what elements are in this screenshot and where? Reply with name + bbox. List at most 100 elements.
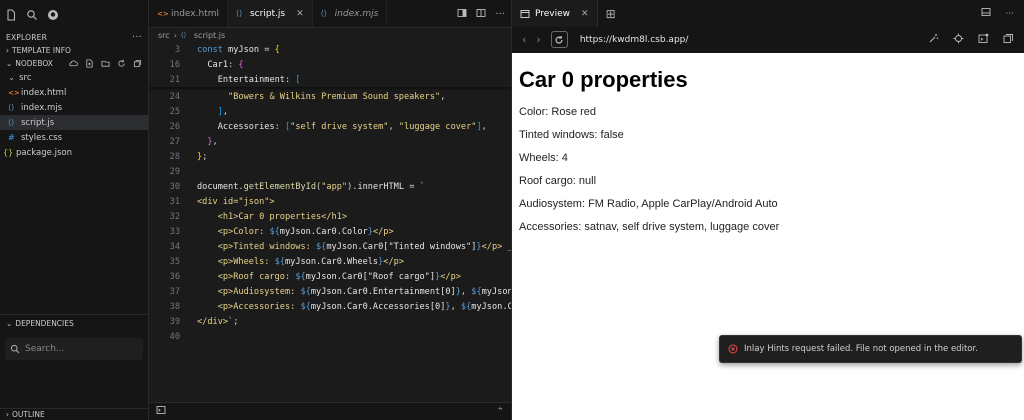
dependencies-search-input[interactable]: Search...: [5, 338, 143, 360]
line-number: 28: [169, 151, 180, 162]
tab-index-mjs[interactable]: ⟨⟩ index.mjs: [313, 0, 388, 27]
refresh-icon: [555, 35, 563, 43]
code-line[interactable]: 34 <p>Tinted windows: ${myJson.Car0["Tin…: [149, 239, 511, 254]
search-icon[interactable]: [26, 9, 38, 21]
cloud-upload-icon[interactable]: [69, 59, 78, 68]
code-line[interactable]: 24 "Bowers & Wilkins Premium Sound speak…: [149, 89, 511, 104]
sticky-scroll-line[interactable]: 3 const myJson = {: [149, 42, 511, 57]
code-token: =: [404, 181, 420, 192]
html-file-icon: <>: [8, 88, 20, 97]
code-token: `: [419, 181, 425, 192]
line-source: Accessories: ["self drive system", "lugg…: [180, 122, 487, 132]
file-icon[interactable]: [5, 9, 17, 21]
line-source: <p>Accessories: ${myJson.Car0.Accessorie…: [180, 302, 511, 312]
tree-item-label: package.json: [16, 147, 72, 158]
code-token: getElementById: [243, 181, 317, 192]
file-tree: ⌄ src <> index.html ⟨⟩ index.mjs ⟨⟩ scri…: [0, 70, 148, 160]
code-line[interactable]: 39 </div>`;: [149, 314, 511, 329]
more-actions-button[interactable]: ···: [132, 32, 142, 43]
tab-index-html[interactable]: <> index.html: [149, 0, 228, 27]
collapse-all-icon[interactable]: [133, 59, 142, 68]
line-source: "Bowers & Wilkins Premium Sound speakers…: [180, 92, 445, 102]
code-token: </p>: [372, 226, 394, 237]
more-actions-icon[interactable]: ···: [495, 9, 505, 20]
code-line[interactable]: 36 <p>Roof cargo: ${myJson.Car0["Roof ca…: [149, 269, 511, 284]
new-file-icon[interactable]: [85, 59, 94, 68]
code-token: ${: [460, 301, 472, 312]
tree-file-script-js[interactable]: ⟨⟩ script.js: [0, 115, 148, 130]
tree-item-label: src: [19, 72, 32, 83]
toggle-panel-icon[interactable]: [457, 8, 467, 21]
error-notification[interactable]: Inlay Hints request failed. File not ope…: [719, 335, 1022, 363]
magic-wand-icon[interactable]: [928, 33, 939, 47]
refresh-button[interactable]: [550, 31, 568, 48]
preview-panel: Preview ✕ ⊞ ··· ‹ › https://kwdm8l.csb.a…: [511, 0, 1024, 420]
line-number: 36: [169, 271, 180, 282]
js-file-icon: ⟨⟩: [320, 9, 327, 18]
tab-preview[interactable]: Preview ✕: [512, 0, 598, 27]
dependencies-header[interactable]: ⌄ DEPENDENCIES: [0, 317, 148, 330]
toggle-panel-icon[interactable]: [981, 7, 991, 20]
forward-icon[interactable]: ›: [536, 33, 540, 46]
sidebar-toolbar: [0, 0, 148, 30]
tree-file-index-html[interactable]: <> index.html: [0, 85, 148, 100]
crosshair-icon[interactable]: [953, 33, 964, 47]
code-line[interactable]: 26 Accessories: ["self drive system", "l…: [149, 119, 511, 134]
code-line[interactable]: 38 <p>Accessories: ${myJson.Car0.Accesso…: [149, 299, 511, 314]
line-source: <p>Roof cargo: ${myJson.Car0["Roof cargo…: [180, 272, 461, 282]
add-tab-button[interactable]: ⊞: [606, 7, 616, 21]
tree-file-package-json[interactable]: {} package.json: [0, 145, 148, 160]
code-line[interactable]: 37 <p>Audiosystem: ${myJson.Car0.Enterta…: [149, 284, 511, 299]
nodebox-label: NODEBOX: [15, 59, 53, 68]
breadcrumb-folder[interactable]: src: [158, 31, 170, 40]
nodebox-section[interactable]: ⌄ NODEBOX: [0, 57, 148, 70]
terminal-icon[interactable]: [156, 405, 166, 418]
close-icon[interactable]: ✕: [581, 9, 589, 19]
code-line[interactable]: 25 ],: [149, 104, 511, 119]
url-field[interactable]: https://kwdm8l.csb.app/: [580, 35, 689, 45]
tree-folder-src[interactable]: ⌄ src: [0, 70, 148, 85]
code-token: ${: [316, 241, 327, 252]
code-line[interactable]: 35 <p>Wheels: ${myJson.Car0.Wheels}</p>: [149, 254, 511, 269]
outline-section[interactable]: › OUTLINE: [0, 408, 148, 420]
line-number: 29: [169, 166, 180, 177]
code-line[interactable]: 40: [149, 329, 511, 344]
code-line[interactable]: 28};: [149, 149, 511, 164]
split-editor-icon[interactable]: [476, 8, 486, 21]
code-token: <p>Color:: [197, 226, 270, 237]
more-actions-icon[interactable]: ···: [1005, 9, 1014, 19]
search-placeholder: Search...: [25, 344, 65, 354]
property-audiosystem: Audiosystem: FM Radio, Apple CarPlay/And…: [519, 198, 778, 210]
sticky-scroll-line[interactable]: 21 Entertainment: [: [149, 72, 511, 87]
error-icon: [728, 344, 738, 354]
tree-file-styles-css[interactable]: # styles.css: [0, 130, 148, 145]
new-folder-icon[interactable]: [101, 59, 110, 68]
code-line[interactable]: 33 <p>Color: ${myJson.Car0.Color}</p>: [149, 224, 511, 239]
breadcrumb-file[interactable]: script.js: [194, 31, 225, 40]
code-line[interactable]: 27 },: [149, 134, 511, 149]
open-external-icon[interactable]: [1003, 33, 1014, 47]
back-icon[interactable]: ‹: [522, 33, 526, 46]
code-line[interactable]: 29: [149, 164, 511, 179]
line-source: },: [180, 137, 217, 147]
tab-script-js[interactable]: ⟨⟩ script.js ✕: [227, 0, 313, 27]
js-file-icon: ⟨⟩: [8, 118, 15, 127]
sidebar: EXPLORER ··· › TEMPLATE INFO ⌄ NODEBOX ⌄ …: [0, 0, 149, 420]
tree-file-index-mjs[interactable]: ⟨⟩ index.mjs: [0, 100, 148, 115]
code-line[interactable]: 31 <div id="json">: [149, 194, 511, 209]
js-file-icon: ⟨⟩: [8, 103, 15, 112]
chevron-up-icon[interactable]: ⌃: [496, 407, 504, 417]
sticky-scroll-line[interactable]: 16 Car1: {: [149, 57, 511, 72]
code-line[interactable]: 30 document.getElementById("app").innerHT…: [149, 179, 511, 194]
code-token: ,: [450, 301, 461, 312]
close-icon[interactable]: ✕: [296, 9, 304, 19]
refresh-icon[interactable]: [117, 59, 126, 68]
preview-tab-tools: ···: [981, 0, 1014, 27]
code-area[interactable]: 3 const myJson = {16 Car1: {21 Entertainm…: [149, 42, 511, 402]
template-info-section[interactable]: › TEMPLATE INFO: [0, 44, 148, 57]
code-token: "self drive system": [290, 121, 389, 132]
github-icon[interactable]: [47, 9, 59, 21]
code-line[interactable]: 32 <h1>Car 0 properties</h1>: [149, 209, 511, 224]
devtools-icon[interactable]: [978, 33, 989, 47]
